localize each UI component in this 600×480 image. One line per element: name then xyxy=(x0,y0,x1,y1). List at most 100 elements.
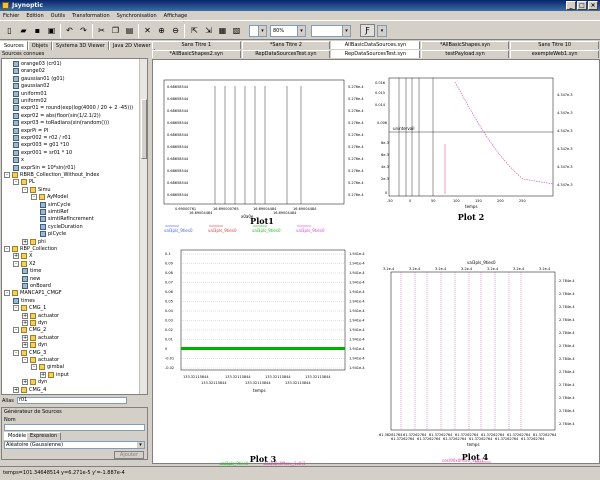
variable-icon xyxy=(13,120,19,127)
fx-icon[interactable]: Ƒ xyxy=(360,24,375,37)
document-tab[interactable]: testPayload.syn xyxy=(420,50,510,58)
menu-edition[interactable]: Edition xyxy=(26,13,43,19)
svg-text:-0.02: -0.02 xyxy=(165,366,174,370)
variable-icon xyxy=(13,105,19,112)
delete-icon[interactable]: ✕ xyxy=(141,24,154,37)
svg-text:4.347e-3: 4.347e-3 xyxy=(557,111,573,115)
expand-toggle-icon[interactable]: - xyxy=(13,305,19,312)
expand-toggle-icon[interactable]: - xyxy=(13,179,19,186)
variable-icon xyxy=(13,297,19,304)
sources-tree[interactable]: orange03 (cr01) orange02 gaussian01 (g01) g… xyxy=(1,58,148,395)
zoom-out-icon[interactable]: ⊖ xyxy=(169,24,182,37)
tab-objets[interactable]: Objets xyxy=(27,41,52,50)
cut-icon[interactable]: ✂ xyxy=(95,24,108,37)
svg-text:61.37262764: 61.37262764 xyxy=(469,437,493,441)
svg-text:5.276e-4: 5.276e-4 xyxy=(348,181,364,185)
align-right-icon[interactable]: ⇲ xyxy=(202,24,215,37)
alias-input[interactable]: r01 xyxy=(16,397,127,404)
document-tab[interactable]: RepDataSourcesTest.syn xyxy=(241,50,331,58)
document-tab[interactable]: RepDataSourcesTest.syn xyxy=(331,50,420,58)
minimize-button[interactable]: _ xyxy=(566,1,576,10)
svg-text:133.32115844: 133.32115844 xyxy=(245,381,271,385)
expand-toggle-icon[interactable]: - xyxy=(4,172,10,178)
expand-toggle-icon[interactable]: - xyxy=(13,260,19,267)
expand-toggle-icon[interactable]: + xyxy=(40,371,46,378)
plot1-legend-4: val3pls_9ties0 xyxy=(296,228,325,233)
expand-toggle-icon[interactable]: - xyxy=(13,349,19,356)
expand-toggle-icon[interactable]: + xyxy=(22,312,28,319)
generator-type-select[interactable]: Aléatoire (Gaussienne) ▾ xyxy=(4,441,145,449)
group-icon[interactable]: ▦ xyxy=(216,24,229,37)
expand-toggle-icon[interactable]: + xyxy=(13,386,19,393)
plot2-xlabel: temps xyxy=(465,204,478,209)
expand-toggle-icon[interactable]: + xyxy=(22,334,28,341)
menu-affichage[interactable]: Affichage xyxy=(164,13,188,19)
document-tab[interactable]: exempleWeb1.syn xyxy=(510,50,599,58)
svg-text:0.68658544: 0.68658544 xyxy=(167,97,189,101)
undo-icon[interactable]: ↶ xyxy=(63,24,76,37)
document-tab[interactable]: *Sans Titre 2 xyxy=(241,41,331,49)
redo-icon[interactable]: ↷ xyxy=(77,24,90,37)
plot1[interactable]: 0.68658544 0.68658544 0.68658544 0.68658544… xyxy=(153,66,371,236)
variable-icon xyxy=(13,164,19,171)
expand-toggle-icon[interactable]: + xyxy=(22,320,28,326)
menu-fichier[interactable]: Fichier xyxy=(3,13,19,19)
svg-text:4e-3: 4e-3 xyxy=(381,165,389,169)
menu-transformation[interactable]: Transformation xyxy=(72,13,110,19)
paste-icon[interactable]: ▤ xyxy=(123,24,136,37)
document-tab[interactable]: Sans Titre 10 xyxy=(510,41,599,49)
expand-toggle-icon[interactable]: + xyxy=(13,253,19,260)
plot2[interactable]: 0.016 0.015 0.014 0.006 8e-3 6e-3 4e-3 2e-3 0 -5… xyxy=(373,74,600,228)
tab-sources[interactable]: Sources xyxy=(0,41,28,50)
variable-icon xyxy=(22,283,28,289)
document-tab[interactable]: *AllBasicShapes2.syn xyxy=(152,50,241,58)
new-file-icon[interactable]: ▯ xyxy=(3,24,16,37)
align-left-icon[interactable]: ⇱ xyxy=(188,24,201,37)
tab-expression[interactable]: Expression xyxy=(26,432,62,440)
plot1-legend-3: val3pls_9ties0 xyxy=(252,228,281,233)
zoom-select[interactable]: 80% ▾ xyxy=(270,25,306,37)
zoom-in-icon[interactable]: ⊕ xyxy=(155,24,168,37)
tree-scrollbar[interactable] xyxy=(139,59,147,394)
menu-outils[interactable]: Outils xyxy=(51,13,65,19)
document-tab[interactable]: AllBasicDataSources.syn xyxy=(331,41,420,49)
layer-select[interactable]: ▾ xyxy=(311,25,351,37)
variable-icon xyxy=(13,61,19,67)
expand-toggle-icon[interactable]: - xyxy=(22,186,28,193)
ungroup-icon[interactable]: ▧ xyxy=(230,24,243,37)
plot4[interactable]: val3pls_9ties0 3.2e-4 3.2e-4 3.2e-4 3.2e-4 3… xyxy=(375,258,600,465)
folder-icon xyxy=(30,312,36,319)
copy-icon[interactable]: ❐ xyxy=(109,24,122,37)
fx-dropdown[interactable]: ▾ xyxy=(377,25,387,37)
menu-synchronisation[interactable]: Synchronisation xyxy=(117,13,157,19)
generator-name-input[interactable] xyxy=(4,424,145,431)
folder-icon xyxy=(21,349,27,356)
plot3[interactable]: 0.1 1.941e-4 0.09 1.941e-4 0.08 1.941e-4 0.07 1… xyxy=(153,240,371,465)
plot1-legend-2: val3pls_9ties0 xyxy=(208,228,237,233)
tree-scroll-thumb[interactable] xyxy=(141,99,147,159)
maximize-button[interactable]: □ xyxy=(577,1,587,10)
expand-toggle-icon[interactable]: + xyxy=(22,379,28,386)
expand-toggle-icon[interactable]: - xyxy=(4,290,10,297)
variable-icon xyxy=(40,223,46,230)
expand-toggle-icon[interactable]: - xyxy=(31,194,37,201)
tab-systema-3d-viewer[interactable]: Systema 3D Viewer xyxy=(51,41,109,50)
document-tab[interactable]: *AllBasicShapes.syn xyxy=(420,41,510,49)
save-icon[interactable]: ▪ xyxy=(31,24,44,37)
expand-toggle-icon[interactable]: - xyxy=(13,327,19,334)
svg-text:16.69004484: 16.69004484 xyxy=(189,211,213,215)
tab-java-2d-viewer[interactable]: Java 2D Viewer xyxy=(108,41,155,50)
expand-toggle-icon[interactable]: - xyxy=(22,357,28,363)
expand-toggle-icon[interactable]: - xyxy=(31,364,37,371)
expand-toggle-icon[interactable]: + xyxy=(22,342,28,349)
close-button[interactable]: × xyxy=(588,1,598,10)
document-tab[interactable]: Sans Titre 1 xyxy=(152,41,241,49)
expand-toggle-icon[interactable]: - xyxy=(4,246,10,252)
tree-item[interactable]: + CMG_4 xyxy=(13,386,46,394)
save-all-icon[interactable]: ▣ xyxy=(45,24,58,37)
expand-toggle-icon[interactable]: + xyxy=(22,238,28,245)
add-source-button[interactable]: Ajouter xyxy=(114,451,144,459)
page-select[interactable]: ▾ xyxy=(249,25,267,37)
open-folder-icon[interactable]: ▰ xyxy=(17,24,30,37)
variable-icon xyxy=(22,268,28,275)
